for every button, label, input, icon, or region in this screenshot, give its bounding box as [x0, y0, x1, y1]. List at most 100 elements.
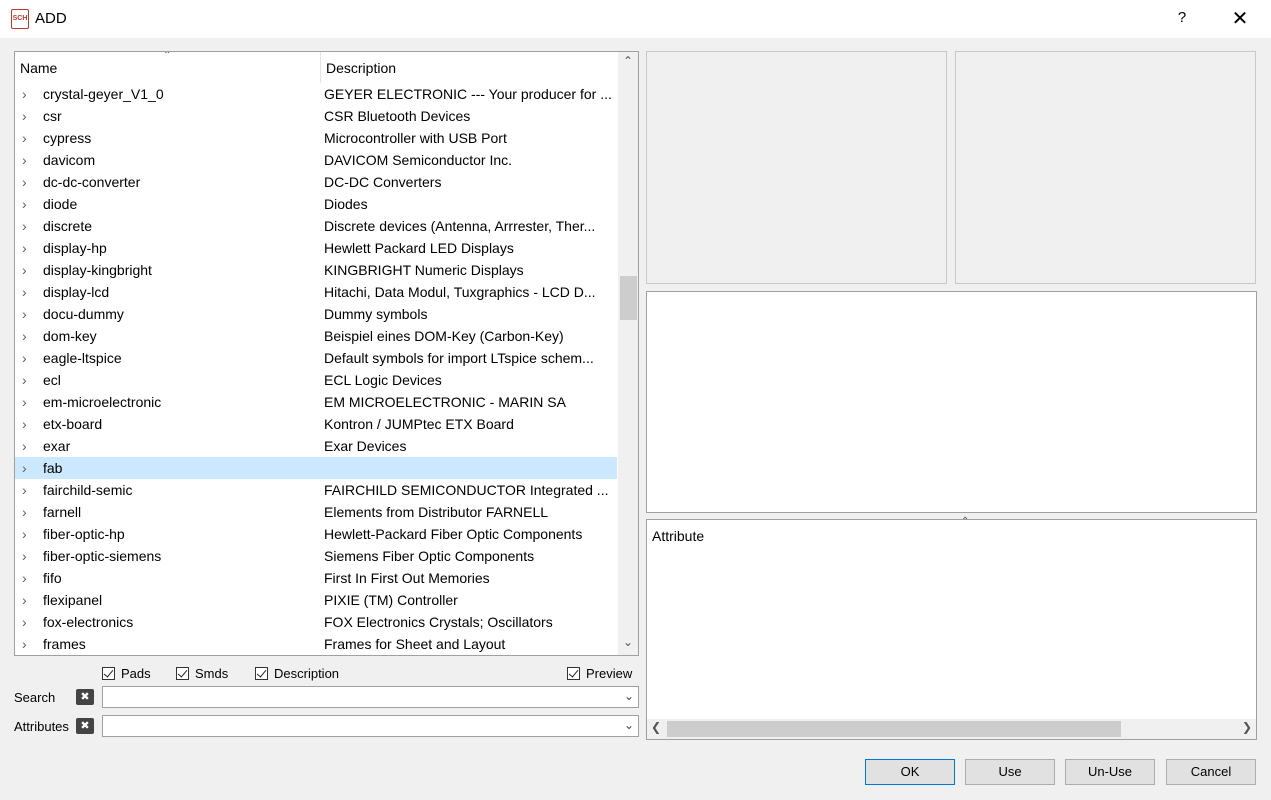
tree-row[interactable]: › display-hp Hewlett Packard LED Displays [15, 237, 617, 259]
attribute-horizontal-scrollbar[interactable]: ❮ ❯ [647, 719, 1256, 739]
expand-chevron-icon[interactable]: › [22, 435, 34, 457]
expand-chevron-icon[interactable]: › [22, 347, 34, 369]
checkbox-checked-icon[interactable] [255, 666, 268, 680]
expand-chevron-icon[interactable]: › [22, 259, 34, 281]
tree-row[interactable]: › em-microelectronic EM MICROELECTRONIC - … [15, 391, 617, 413]
tree-row[interactable]: › ecl ECL Logic Devices [15, 369, 617, 391]
tree-row[interactable]: › exar Exar Devices [15, 435, 617, 457]
smds-checkbox[interactable]: Smds [176, 664, 228, 682]
cancel-button[interactable]: Cancel [1166, 759, 1256, 785]
use-button[interactable]: Use [965, 759, 1055, 785]
tree-row[interactable]: › frames Frames for Sheet and Layout [15, 633, 617, 655]
tree-row[interactable]: › fox-electronics FOX Electronics Crystals… [15, 611, 617, 633]
library-name: docu-dummy [43, 306, 124, 322]
clear-search-icon[interactable]: ✖ [76, 689, 94, 705]
tree-row[interactable]: › docu-dummy Dummy symbols [15, 303, 617, 325]
expand-chevron-icon[interactable]: › [22, 457, 34, 479]
tree-vertical-scrollbar[interactable]: ⌃ ⌄ [618, 52, 638, 655]
expand-chevron-icon[interactable]: › [22, 325, 34, 347]
tree-row[interactable]: › flexipanel PIXIE (TM) Controller [15, 589, 617, 611]
expand-chevron-icon[interactable]: › [22, 567, 34, 589]
scroll-left-icon[interactable]: ❮ [651, 720, 661, 734]
dropdown-arrow-icon[interactable]: ⌄ [624, 718, 634, 732]
tree-row[interactable]: › eagle-ltspice Default symbols for import… [15, 347, 617, 369]
expand-chevron-icon[interactable]: › [22, 391, 34, 413]
tree-row[interactable]: › dom-key Beispiel eines DOM-Key (Carbon-K… [15, 325, 617, 347]
expand-chevron-icon[interactable]: › [22, 105, 34, 127]
expand-chevron-icon[interactable]: › [22, 149, 34, 171]
tree-row[interactable]: › display-kingbright KINGBRIGHT Numeric Di… [15, 259, 617, 281]
library-name: em-microelectronic [43, 394, 162, 410]
expand-chevron-icon[interactable]: › [22, 193, 34, 215]
library-name: display-kingbright [43, 262, 152, 278]
clear-attributes-icon[interactable]: ✖ [76, 718, 94, 734]
tree-row[interactable]: › fairchild-semic FAIRCHILD SEMICONDUCTOR … [15, 479, 617, 501]
tree-row[interactable]: › discrete Discrete devices (Antenna, Arrr… [15, 215, 617, 237]
expand-chevron-icon[interactable]: › [22, 611, 34, 633]
library-description: Diodes [324, 196, 368, 212]
library-name: cypress [43, 130, 92, 146]
expand-chevron-icon[interactable]: › [22, 171, 34, 193]
expand-chevron-icon[interactable]: › [22, 501, 34, 523]
attribute-column-header[interactable]: Attribute [652, 528, 704, 544]
preview-checkbox[interactable]: Preview [567, 664, 632, 682]
column-header-description[interactable]: Description [326, 60, 396, 76]
ok-button[interactable]: OK [865, 759, 955, 785]
expand-chevron-icon[interactable]: › [22, 215, 34, 237]
expand-chevron-icon[interactable]: › [22, 479, 34, 501]
tree-row[interactable]: › davicom DAVICOM Semiconductor Inc. [15, 149, 617, 171]
expand-chevron-icon[interactable]: › [22, 523, 34, 545]
tree-row[interactable]: › fab [15, 457, 617, 479]
checkbox-checked-icon[interactable] [176, 666, 189, 680]
scroll-right-icon[interactable]: ❯ [1242, 720, 1252, 734]
expand-chevron-icon[interactable]: › [22, 589, 34, 611]
column-header-name[interactable]: Name [20, 60, 57, 76]
sort-up-icon: ⌃ [163, 51, 172, 61]
dropdown-arrow-icon[interactable]: ⌄ [624, 689, 634, 703]
library-description: Kontron / JUMPtec ETX Board [324, 416, 514, 432]
scroll-thumb[interactable] [620, 276, 637, 320]
help-button[interactable]: ? [1170, 9, 1194, 29]
library-tree[interactable]: ⌃ Name Description › crystal-geyer_V1_0 GE… [14, 51, 639, 656]
column-divider[interactable] [320, 52, 321, 83]
tree-row[interactable]: › fiber-optic-hp Hewlett-Packard Fiber Opt… [15, 523, 617, 545]
tree-row[interactable]: › fiber-optic-siemens Siemens Fiber Optic … [15, 545, 617, 567]
expand-chevron-icon[interactable]: › [22, 303, 34, 325]
tree-row[interactable]: › farnell Elements from Distributor FARNEL… [15, 501, 617, 523]
expand-chevron-icon[interactable]: › [22, 369, 34, 391]
tree-row[interactable]: › crystal-geyer_V1_0 GEYER ELECTRONIC --- … [15, 83, 617, 105]
library-description: Hewlett-Packard Fiber Optic Components [324, 526, 583, 542]
description-checkbox[interactable]: Description [255, 664, 339, 682]
expand-chevron-icon[interactable]: › [22, 127, 34, 149]
expand-chevron-icon[interactable]: › [22, 413, 34, 435]
expand-chevron-icon[interactable]: › [22, 237, 34, 259]
library-name: exar [43, 438, 71, 454]
tree-row[interactable]: › csr CSR Bluetooth Devices [15, 105, 617, 127]
scroll-thumb[interactable] [667, 721, 1121, 737]
tree-row[interactable]: › diode Diodes [15, 193, 617, 215]
library-description: CSR Bluetooth Devices [324, 108, 471, 124]
attribute-pane: ⌃ Attribute ❮ ❯ [646, 516, 1257, 740]
unuse-button[interactable]: Un-Use [1065, 759, 1155, 785]
scroll-down-icon[interactable]: ⌄ [618, 635, 638, 655]
attributes-input[interactable]: ⌄ [102, 715, 639, 737]
checkbox-checked-icon[interactable] [567, 666, 580, 680]
scroll-up-icon[interactable]: ⌃ [618, 54, 638, 74]
expand-chevron-icon[interactable]: › [22, 633, 34, 655]
pads-checkbox[interactable]: Pads [102, 664, 151, 682]
expand-chevron-icon[interactable]: › [22, 83, 34, 105]
search-input[interactable]: ⌄ [102, 686, 639, 708]
tree-row[interactable]: › cypress Microcontroller with USB Port [15, 127, 617, 149]
expand-chevron-icon[interactable]: › [22, 281, 34, 303]
checkbox-checked-icon[interactable] [102, 666, 115, 680]
library-description: FOX Electronics Crystals; Oscillators [324, 614, 553, 630]
library-description: DC-DC Converters [324, 174, 442, 190]
library-name: display-hp [43, 240, 107, 256]
expand-chevron-icon[interactable]: › [22, 545, 34, 567]
tree-row[interactable]: › dc-dc-converter DC-DC Converters [15, 171, 617, 193]
close-button[interactable]: ✕ [1226, 6, 1254, 32]
tree-row[interactable]: › etx-board Kontron / JUMPtec ETX Board [15, 413, 617, 435]
schematic-app-icon: SCH [11, 9, 29, 29]
tree-row[interactable]: › display-lcd Hitachi, Data Modul, Tuxgrap… [15, 281, 617, 303]
tree-row[interactable]: › fifo First In First Out Memories [15, 567, 617, 589]
